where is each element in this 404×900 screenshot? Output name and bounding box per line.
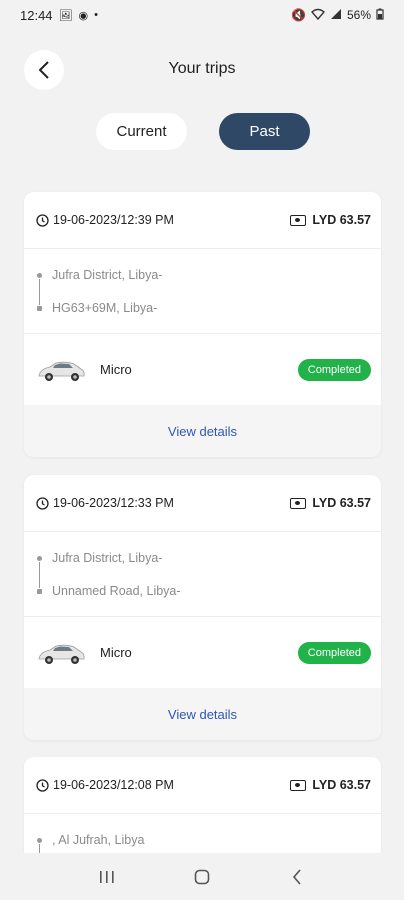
clock-icon [36, 213, 49, 227]
dropoff-address: Unnamed Road, Libya- [52, 584, 181, 598]
vehicle-type: Micro [100, 645, 132, 660]
dot-icon: • [94, 9, 98, 21]
battery-icon [376, 8, 384, 23]
clock-icon [36, 778, 49, 792]
pickup-dot-icon [37, 273, 42, 278]
home-button[interactable] [182, 857, 222, 897]
status-bar: 12:44 🖼 ◉ • 🔇 56% [0, 0, 404, 30]
system-back-button[interactable] [277, 857, 317, 897]
signal-icon [330, 8, 342, 23]
dropoff-address: HG63+69M, Libya- [52, 301, 158, 315]
trip-datetime: 19-06-2023/12:33 PM [53, 496, 174, 510]
cash-icon [290, 214, 307, 226]
pickup-dot-icon [37, 556, 42, 561]
trip-tabs: Current Past [96, 113, 310, 150]
trip-route: Jufra District, Libya- Unnamed Road, Lib… [24, 532, 381, 617]
dropoff-square-icon [37, 589, 42, 594]
battery-level: 56% [346, 8, 371, 22]
pickup-address: Jufra District, Libya- [52, 268, 163, 282]
trip-card[interactable]: 19-06-2023/12:08 PM LYD 63.57 , Al Jufra… [24, 757, 381, 867]
car-icon [38, 644, 85, 664]
cash-icon [290, 779, 307, 791]
trip-price: LYD 63.57 [312, 778, 371, 792]
recent-apps-icon [100, 870, 114, 883]
cash-icon [290, 497, 307, 509]
status-badge: Completed [297, 641, 371, 664]
dropoff-square-icon [37, 306, 42, 311]
gallery-icon: 🖼 [58, 9, 73, 22]
car-icon [38, 361, 85, 381]
status-time: 12:44 [20, 7, 53, 23]
vehicle-type: Micro [100, 362, 132, 377]
route-line [39, 279, 40, 305]
trip-price: LYD 63.57 [312, 496, 371, 510]
trip-datetime: 19-06-2023/12:08 PM [53, 778, 174, 792]
view-details-link[interactable]: View details [24, 688, 381, 740]
page-title: Your trips [168, 60, 236, 77]
trip-card[interactable]: 19-06-2023/12:33 PM LYD 63.57 Jufra Dist… [24, 475, 381, 740]
view-details-link[interactable]: View details [24, 405, 381, 457]
header: Your trips [0, 46, 404, 96]
pickup-dot-icon [37, 838, 42, 843]
tab-past[interactable]: Past [219, 113, 310, 150]
route-line [39, 562, 40, 588]
home-icon [194, 869, 210, 884]
status-badge: Completed [297, 358, 371, 381]
trip-price: LYD 63.57 [312, 213, 371, 227]
trip-route: Jufra District, Libya- HG63+69M, Libya- [24, 249, 381, 334]
tab-current[interactable]: Current [96, 113, 187, 150]
pickup-address: , Al Jufrah, Libya [52, 833, 145, 847]
trip-datetime: 19-06-2023/12:39 PM [53, 213, 174, 227]
pickup-address: Jufra District, Libya- [52, 551, 163, 565]
back-icon [292, 868, 301, 885]
system-nav-bar [0, 853, 404, 900]
recent-apps-button[interactable] [87, 857, 127, 897]
mute-icon: 🔇 [291, 8, 306, 22]
notification-icon: ◉ [78, 9, 89, 22]
trip-card[interactable]: 19-06-2023/12:39 PM LYD 63.57 Jufra Dist… [24, 192, 381, 457]
wifi-icon [310, 8, 325, 23]
clock-icon [36, 496, 49, 510]
